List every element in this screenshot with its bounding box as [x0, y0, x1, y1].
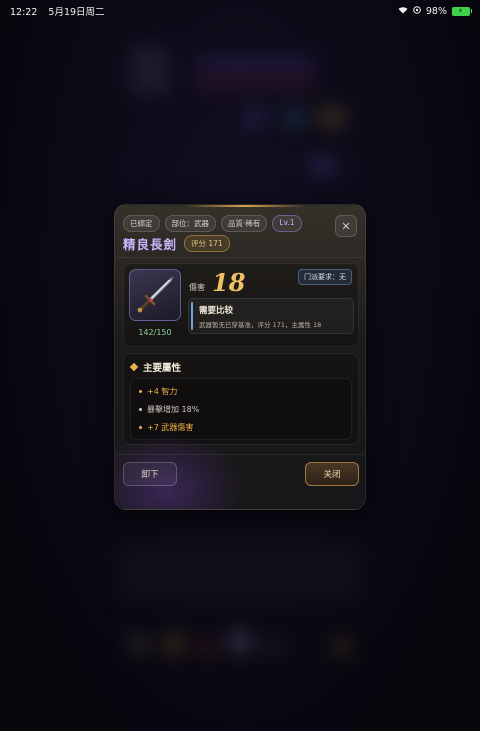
equipment-detail-modal: 已綁定 部位：武器 品質·稀有 Lv.1 ✕ 精良長劍 评分 171 142/1…: [114, 204, 366, 510]
tag-level: Lv.1: [272, 215, 302, 232]
attribute-text: 暴擊增加 18%: [147, 405, 200, 414]
damage-label: 傷害: [189, 283, 205, 292]
item-info-card: 142/150 傷害 18 门派要求：无 需要比较 武器暂无已穿基准，评分 17…: [123, 263, 359, 347]
item-score-badge: 评分 171: [184, 235, 230, 252]
bullet-icon: [139, 426, 142, 429]
attribute-text: +7 武器傷害: [147, 423, 194, 432]
diamond-icon: [129, 362, 139, 372]
durability-value: 142/150: [138, 328, 172, 337]
wifi-icon: [398, 6, 408, 17]
close-icon[interactable]: ✕: [335, 215, 357, 237]
compare-title: 需要比较: [199, 306, 234, 316]
attribute-row: +4 智力: [139, 386, 177, 397]
tag-bound: 已綁定: [123, 215, 160, 232]
item-name: 精良長劍: [123, 237, 178, 252]
tag-slot: 部位：武器: [164, 215, 216, 232]
attributes-list: +4 智力 暴擊增加 18% +7 武器傷害: [130, 378, 352, 440]
status-date: 5月19日周二: [48, 7, 105, 18]
item-icon-slot[interactable]: [129, 269, 181, 321]
bullet-icon: [139, 390, 142, 393]
sword-icon: [137, 275, 175, 313]
status-time: 12:22: [10, 7, 38, 18]
unequip-button[interactable]: 卸下: [123, 462, 177, 486]
attribute-text: +4 智力: [147, 387, 178, 396]
location-icon: [413, 5, 421, 17]
sect-requirement-badge: 门派要求：无: [298, 269, 352, 285]
attributes-title: 主要屬性: [143, 363, 182, 374]
battery-percent: 98%: [425, 5, 447, 17]
compare-description: 武器暂无已穿基准，评分 171，主属性 18: [199, 321, 322, 329]
status-bar: 12:22 5月19日周二 98% ⚡: [0, 0, 480, 22]
close-button[interactable]: 关闭: [305, 462, 359, 486]
tag-quality: 品質·稀有: [221, 215, 268, 232]
attribute-row: 暴擊增加 18%: [139, 404, 199, 415]
battery-icon: ⚡: [452, 6, 472, 16]
compare-panel: 需要比较 武器暂无已穿基准，评分 171，主属性 18: [188, 298, 354, 334]
damage-value: 18: [212, 268, 246, 297]
item-tags: 已綁定 部位：武器 品質·稀有 Lv.1: [123, 215, 302, 232]
attributes-card: 主要屬性 +4 智力 暴擊增加 18% +7 武器傷害: [123, 353, 359, 445]
attribute-row: +7 武器傷害: [139, 422, 193, 433]
bullet-icon: [139, 408, 142, 411]
